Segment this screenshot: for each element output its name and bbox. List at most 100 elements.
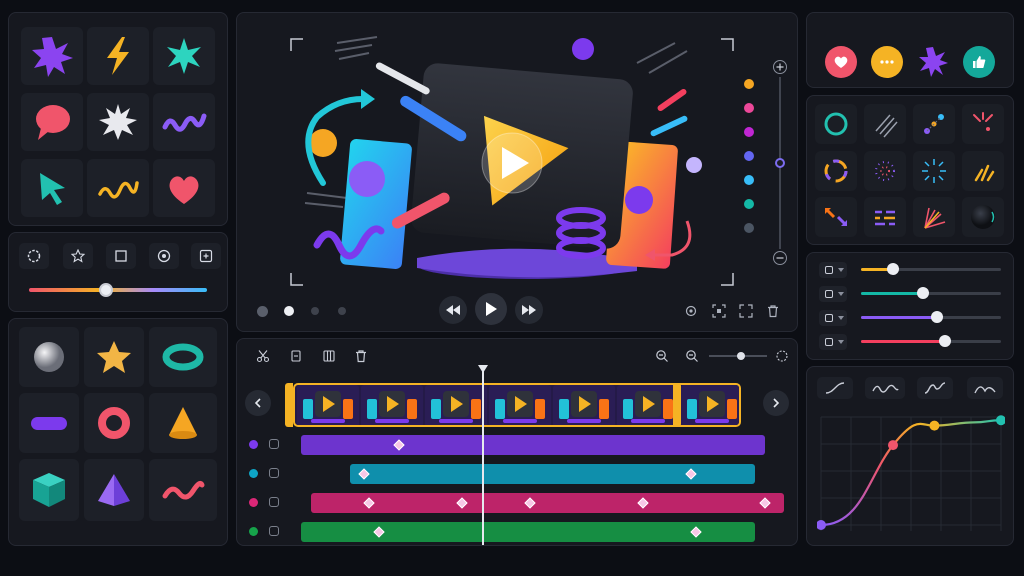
duplicate-button[interactable]	[317, 345, 341, 367]
track-visibility-icon[interactable]	[269, 468, 279, 478]
opacity-icon[interactable]	[819, 262, 847, 278]
track-visibility-icon[interactable]	[269, 497, 279, 507]
focus-button[interactable]	[679, 300, 703, 322]
effect-dash-lines[interactable]	[864, 197, 906, 237]
easing-wave[interactable]	[865, 377, 905, 399]
zoom-slider-thumb[interactable]	[775, 158, 785, 168]
clip-thumbnail[interactable]	[617, 385, 679, 425]
clip-thumbnail[interactable]	[425, 385, 487, 425]
property-slider[interactable]	[861, 335, 1001, 347]
clip-thumbnail[interactable]	[553, 385, 615, 425]
page-dot[interactable]	[284, 306, 294, 316]
zoom-out-button[interactable]	[773, 251, 787, 265]
effect-fan-lines[interactable]	[913, 197, 955, 237]
track-bar[interactable]	[301, 522, 755, 542]
sticker-white-burst[interactable]	[87, 93, 149, 151]
easing-step[interactable]	[917, 377, 953, 399]
tool-square[interactable]	[106, 243, 136, 269]
cut-button[interactable]	[251, 345, 275, 367]
page-dot[interactable]	[311, 307, 319, 315]
effect-ring[interactable]	[815, 104, 857, 144]
shape-star[interactable]	[84, 327, 144, 387]
rotation-icon[interactable]	[819, 334, 847, 350]
shape-cone[interactable]	[149, 393, 217, 453]
sticker-speech-bubble[interactable]	[21, 93, 83, 151]
tool-add-frame[interactable]	[191, 243, 221, 269]
scroll-right-button[interactable]	[763, 390, 789, 416]
shape-capsule[interactable]	[19, 393, 79, 453]
color-swatch[interactable]	[744, 103, 754, 113]
fullscreen-button[interactable]	[734, 300, 758, 322]
sticker-purple-squiggle[interactable]	[153, 93, 215, 151]
clip-thumbnail[interactable]	[361, 385, 423, 425]
track-bar[interactable]	[310, 493, 785, 513]
position-icon[interactable]	[819, 310, 847, 326]
zoom-in-button[interactable]	[773, 60, 787, 74]
property-slider[interactable]	[861, 287, 1001, 299]
copy-button[interactable]	[284, 345, 308, 367]
effect-gradient-ring[interactable]	[815, 151, 857, 191]
reaction-chat[interactable]	[871, 46, 903, 78]
rewind-button[interactable]	[439, 296, 467, 324]
curve-control-point[interactable]	[888, 440, 898, 451]
fit-timeline-button[interactable]	[771, 345, 793, 367]
color-swatch[interactable]	[744, 151, 754, 161]
fit-frame-button[interactable]	[707, 300, 731, 322]
shape-torus[interactable]	[149, 327, 217, 387]
sticker-arrow-cursor[interactable]	[21, 159, 83, 217]
color-swatch[interactable]	[744, 175, 754, 185]
tool-target[interactable]	[149, 243, 179, 269]
property-slider-thumb[interactable]	[916, 287, 929, 299]
color-swatch[interactable]	[744, 79, 754, 89]
track-visibility-icon[interactable]	[269, 439, 279, 449]
effect-arrows-out[interactable]	[815, 197, 857, 237]
preview-canvas[interactable]	[277, 33, 747, 293]
color-swatch[interactable]	[744, 223, 754, 233]
scale-icon[interactable]	[819, 286, 847, 302]
curve-control-point[interactable]	[929, 420, 940, 431]
playhead-handle[interactable]	[477, 365, 488, 373]
color-slider-thumb[interactable]	[98, 283, 113, 297]
property-slider-thumb[interactable]	[887, 263, 900, 275]
shape-pyramid[interactable]	[84, 459, 144, 521]
color-swatch[interactable]	[744, 199, 754, 209]
effect-speed-lines[interactable]	[864, 104, 906, 144]
easing-curve-graph[interactable]	[817, 411, 1005, 535]
easing-bounce[interactable]	[967, 377, 1003, 399]
sticker-star-burst[interactable]	[21, 27, 83, 85]
effect-sparkle-burst[interactable]	[962, 104, 1004, 144]
trim-handle-left[interactable]	[285, 383, 293, 427]
sticker-yellow-squiggle[interactable]	[87, 159, 149, 217]
effect-dotted-ring[interactable]	[864, 151, 906, 191]
zoom-out-timeline-button[interactable]	[651, 345, 673, 367]
tool-circle-dashed[interactable]	[19, 243, 49, 269]
delete-preview-button[interactable]	[761, 300, 785, 322]
sticker-heart[interactable]	[153, 159, 215, 217]
timeline-zoom-slider[interactable]	[709, 352, 767, 360]
shape-donut[interactable]	[84, 393, 144, 453]
trim-handle-right[interactable]	[673, 383, 681, 427]
page-dot[interactable]	[257, 305, 268, 317]
fast-forward-button[interactable]	[515, 296, 543, 324]
reaction-spark[interactable]	[917, 46, 949, 78]
effect-dark-orb[interactable]	[962, 197, 1004, 237]
color-swatch[interactable]	[744, 127, 754, 137]
easing-ease-in-out[interactable]	[817, 377, 853, 399]
sticker-spark-star[interactable]	[153, 27, 215, 85]
effect-confetti[interactable]	[962, 151, 1004, 191]
sticker-lightning-bolt[interactable]	[87, 27, 149, 85]
curve-control-point[interactable]	[817, 520, 826, 530]
color-slider[interactable]	[29, 283, 207, 297]
effect-radial-burst[interactable]	[913, 151, 955, 191]
clip-thumbnail[interactable]	[489, 385, 551, 425]
zoom-slider-track[interactable]	[775, 77, 785, 249]
reaction-thumbs-up[interactable]	[963, 46, 995, 78]
tool-star[interactable]	[63, 243, 93, 269]
reaction-heart[interactable]	[825, 46, 857, 78]
zoom-in-timeline-button[interactable]	[681, 345, 703, 367]
track-visibility-icon[interactable]	[269, 526, 279, 536]
property-slider[interactable]	[861, 263, 1001, 275]
playhead[interactable]	[477, 365, 488, 545]
effect-dotted-arc[interactable]	[913, 104, 955, 144]
scroll-left-button[interactable]	[245, 390, 271, 416]
